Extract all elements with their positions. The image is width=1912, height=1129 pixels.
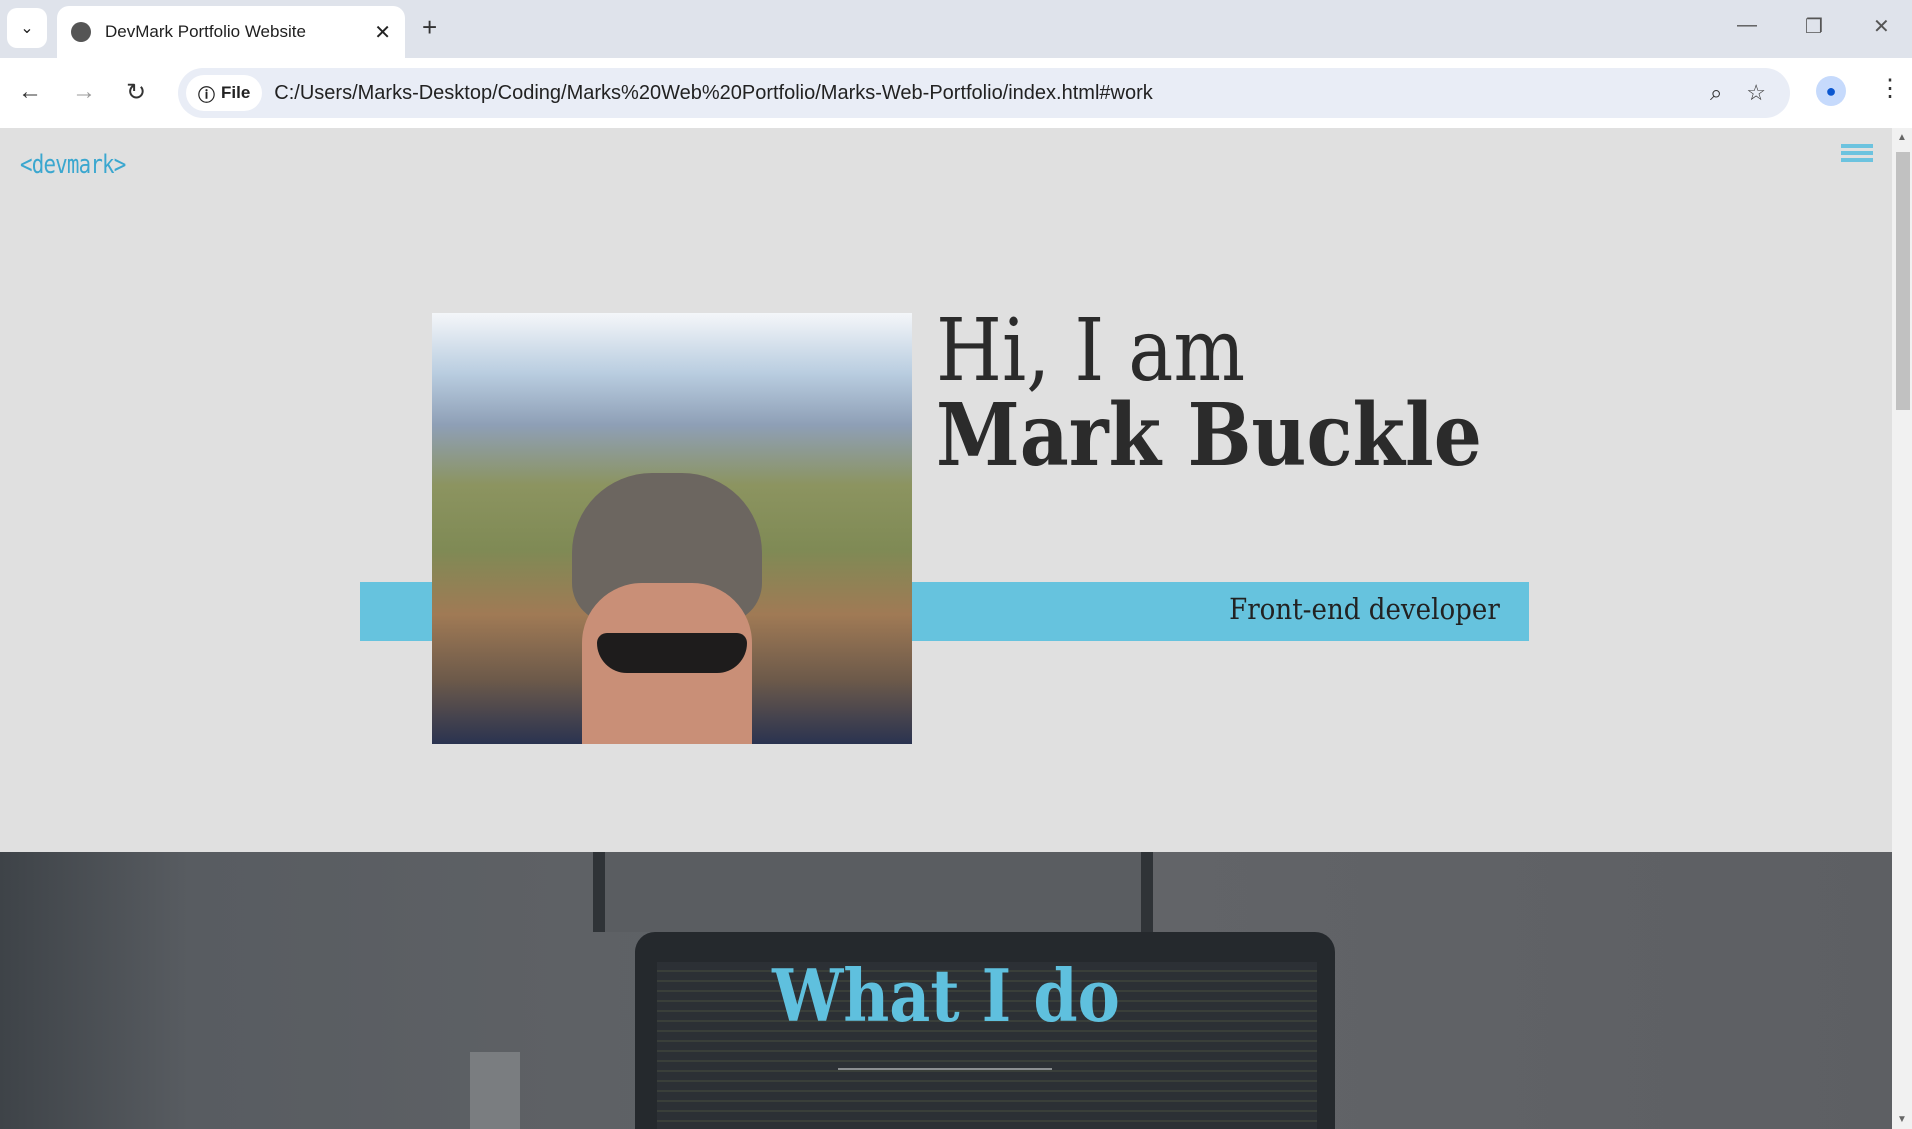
greeting-text: Hi, I am xyxy=(936,301,1246,401)
forward-button[interactable]: → xyxy=(72,78,96,106)
title-underline xyxy=(838,1068,1052,1070)
back-button[interactable]: ← xyxy=(18,78,42,106)
background-monitor xyxy=(593,852,1153,932)
url-text[interactable]: C:/Users/Marks-Desktop/Coding/Marks%20We… xyxy=(274,82,1710,105)
browser-toolbar: ← → ↻ ⓘ File C:/Users/Marks-Desktop/Codin… xyxy=(0,58,1912,128)
close-window-button[interactable]: ✕ xyxy=(1873,14,1890,39)
background-plant xyxy=(470,1052,520,1129)
hamburger-menu-icon[interactable] xyxy=(1841,144,1873,165)
minimize-button[interactable]: — xyxy=(1737,14,1757,37)
profile-photo xyxy=(432,313,912,744)
role-text: Front-end developer xyxy=(1229,592,1500,626)
name-heading: Mark Buckle xyxy=(936,385,1482,486)
site-info-button[interactable]: ⓘ File xyxy=(186,75,263,111)
site-logo[interactable]: <devmark> xyxy=(20,150,126,180)
info-icon: ⓘ xyxy=(198,85,215,105)
close-tab-icon[interactable]: ✕ xyxy=(374,20,391,45)
section-title: What I do xyxy=(772,953,1120,1038)
browser-menu-icon[interactable]: ⋮ xyxy=(1878,74,1902,103)
new-tab-button[interactable]: + xyxy=(422,12,437,43)
scroll-up-arrow-icon[interactable]: ▲ xyxy=(1897,132,1907,143)
scroll-down-arrow-icon[interactable]: ▼ xyxy=(1897,1114,1907,1125)
tab-title: DevMark Portfolio Website xyxy=(105,22,306,41)
bookmark-star-icon[interactable]: ☆ xyxy=(1746,80,1766,106)
page-scrollbar[interactable]: ▲ ▼ xyxy=(1892,128,1912,1129)
scrollbar-thumb[interactable] xyxy=(1896,152,1910,410)
active-tab[interactable]: DevMark Portfolio Website ✕ xyxy=(57,6,405,58)
address-bar[interactable]: ⓘ File C:/Users/Marks-Desktop/Coding/Mark… xyxy=(178,68,1790,118)
tab-search-button[interactable]: ⌄ xyxy=(7,8,47,48)
restore-button[interactable]: ❐ xyxy=(1805,14,1823,39)
reload-button[interactable]: ↻ xyxy=(126,78,146,107)
profile-avatar[interactable]: ● xyxy=(1816,76,1846,106)
zoom-icon[interactable]: ⌕ xyxy=(1710,80,1722,106)
web-page: <devmark> Front-end developer Hi, I am M… xyxy=(0,128,1892,1129)
tab-strip: ⌄ DevMark Portfolio Website ✕ + — ❐ ✕ xyxy=(0,0,1912,58)
what-i-do-section: What I do xyxy=(0,852,1892,1129)
file-label: File xyxy=(221,83,251,102)
globe-icon xyxy=(71,22,91,42)
